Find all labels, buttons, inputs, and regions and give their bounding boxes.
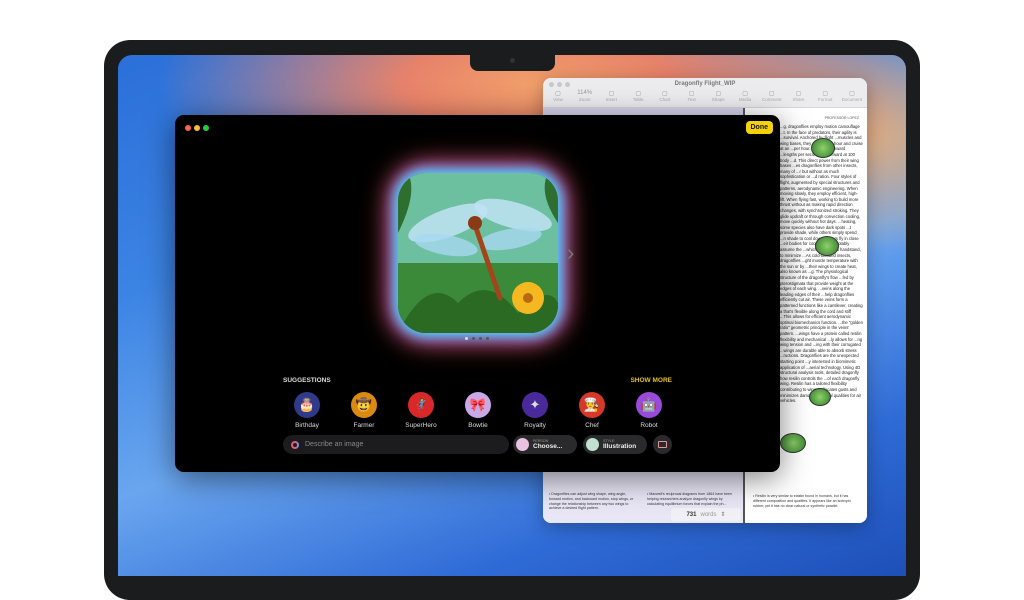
toolbar-label: Chart xyxy=(659,97,671,102)
style-picker[interactable]: STYLE Illustration xyxy=(583,435,647,454)
word-label: words xyxy=(700,511,717,518)
dragonfly-thumbnail xyxy=(809,388,831,406)
dragonfly-thumbnail xyxy=(815,236,839,256)
show-more-link[interactable]: SHOW MORE xyxy=(630,377,672,384)
word-count: 731 xyxy=(686,511,697,518)
suggestion-label: SuperHero xyxy=(405,422,437,429)
page-indicator[interactable] xyxy=(465,337,489,340)
footnote: • Dragonflies can adjust wing shape, win… xyxy=(549,492,634,511)
toolbar-label: Table xyxy=(632,97,644,102)
toolbar-icon: ▢ xyxy=(742,91,748,97)
image-playground-window: Done › SUGGESTIONS SHOW MORE 🎂 Birthday 🤠 F… xyxy=(175,115,780,472)
toolbar-label: Insert xyxy=(605,97,618,102)
toolbar-icon: ▢ xyxy=(822,91,829,97)
footnote: • Resilin is very similar to elastin fou… xyxy=(753,494,852,508)
prompt-input[interactable]: Describe an image xyxy=(283,435,509,454)
suggestion-superhero[interactable]: 🦸 SuperHero xyxy=(399,392,443,429)
hat-icon: 🤠 xyxy=(351,392,377,418)
suggestion-label: Bowtie xyxy=(468,422,488,429)
camera-notch xyxy=(470,55,555,71)
suggestions-label: SUGGESTIONS xyxy=(283,377,331,384)
toolbar-document-button[interactable]: ▢ Document xyxy=(841,90,863,102)
suggestion-list: 🎂 Birthday 🤠 Farmer 🦸 SuperHero 🎀 Bowtie ✦ Royalt… xyxy=(285,392,671,429)
toolbar-label: Zoom xyxy=(578,97,591,102)
toolbar-insert-button[interactable]: ▢ Insert xyxy=(600,90,622,102)
toolbar-label: Comment xyxy=(761,97,782,102)
scepter-icon: ✦ xyxy=(522,392,548,418)
suggestion-royalty[interactable]: ✦ Royalty xyxy=(513,392,557,429)
suggestion-label: Farmer xyxy=(353,422,375,429)
person-picker[interactable]: PERSON Choose... xyxy=(513,435,577,454)
style-icon xyxy=(586,438,599,451)
toolbar-view-button[interactable]: ▢ View xyxy=(547,90,569,102)
prompt-placeholder: Describe an image xyxy=(305,441,364,448)
toolbar-icon: ▢ xyxy=(768,91,775,97)
toolbar-label: View xyxy=(553,97,563,102)
toolbar-label: Text xyxy=(687,97,696,102)
footnote: • Maxwell's reciprocal diagrams from 186… xyxy=(647,492,733,506)
camera-icon xyxy=(510,58,515,63)
toolbar-comment-button[interactable]: ▢ Comment xyxy=(761,90,783,102)
toolbar-icon: ▢ xyxy=(608,91,615,97)
style-value: Illustration xyxy=(603,443,637,450)
toolbar-icon: ▢ xyxy=(555,91,561,97)
word-count-control[interactable]: 731 words ⇕ xyxy=(671,508,741,521)
suggestion-label: Robot xyxy=(640,422,658,429)
toolbar-label: Share xyxy=(792,97,805,102)
next-image-chevron-icon[interactable]: › xyxy=(567,240,574,266)
toolbar-shape-button[interactable]: ▢ Shape xyxy=(707,90,729,102)
cake-icon: 🎂 xyxy=(294,392,320,418)
suggestion-bowtie[interactable]: 🎀 Bowtie xyxy=(456,392,500,429)
dragonfly-thumbnail xyxy=(780,433,806,453)
suggestion-label: Birthday xyxy=(295,422,319,429)
bowtie-icon: 🎀 xyxy=(465,392,491,418)
toolbar-icon: ▢ xyxy=(795,91,802,97)
toolbar-zoom-button[interactable]: 114% Zoom xyxy=(574,90,596,102)
hero-icon: 🦸 xyxy=(408,392,434,418)
suggestion-label: Royalty xyxy=(524,422,546,429)
person-value: Choose... xyxy=(533,443,563,450)
toolbar-table-button[interactable]: ▢ Table xyxy=(627,90,649,102)
dragonfly-thumbnail xyxy=(811,138,835,158)
toolbar-text-button[interactable]: ▢ Text xyxy=(681,90,703,102)
toolbar-media-button[interactable]: ▢ Media xyxy=(734,90,756,102)
zoom-value: 114% xyxy=(577,90,593,96)
toolbar-label: Document xyxy=(841,97,863,102)
page-header: PROFESSOR LOPEZ xyxy=(824,116,859,120)
suggestion-robot[interactable]: 🤖 Robot xyxy=(627,392,671,429)
toolbar-label: Format xyxy=(818,97,833,102)
document-title: Dragonfly Flight_WIP xyxy=(674,81,736,87)
toolbar-icon: ▢ xyxy=(635,91,641,97)
toolbar-icon: ▢ xyxy=(662,91,668,97)
suggestion-chef[interactable]: 👨‍🍳 Chef xyxy=(570,392,614,429)
toolbar-icon: ▢ xyxy=(688,91,695,97)
toolbar-label: Shape xyxy=(711,97,725,102)
document-toolbar: Dragonfly Flight_WIP ▢ View 114% Zoom ▢ Inser… xyxy=(543,78,867,108)
person-icon xyxy=(516,438,529,451)
done-button[interactable]: Done xyxy=(745,121,773,134)
photo-icon xyxy=(658,441,667,448)
toolbar-icon: ▢ xyxy=(715,91,722,97)
robot-icon: 🤖 xyxy=(636,392,662,418)
generated-image[interactable] xyxy=(398,173,558,333)
chef-hat-icon: 👨‍🍳 xyxy=(579,392,605,418)
toolbar-label: Media xyxy=(738,97,752,102)
toolbar-format-button[interactable]: ▢ Format xyxy=(814,90,836,102)
window-controls[interactable] xyxy=(185,125,209,131)
document-body: ...g, dragonflies employ motion camoufla… xyxy=(780,124,863,404)
playground-logo-icon xyxy=(291,440,299,449)
suggestion-label: Chef xyxy=(585,422,599,429)
toolbar-icon: ▢ xyxy=(849,91,855,97)
toolbar-chart-button[interactable]: ▢ Chart xyxy=(654,90,676,102)
add-image-button[interactable] xyxy=(653,435,672,454)
suggestion-farmer[interactable]: 🤠 Farmer xyxy=(342,392,386,429)
toolbar-share-button[interactable]: ▢ Share xyxy=(787,90,809,102)
suggestion-birthday[interactable]: 🎂 Birthday xyxy=(285,392,329,429)
